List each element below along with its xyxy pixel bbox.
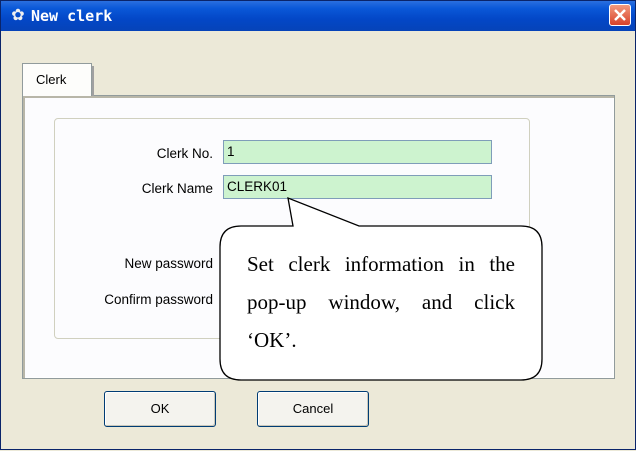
- callout-text: Set clerk information in the pop-up wind…: [247, 252, 515, 352]
- callout-balloon: [219, 196, 543, 381]
- tab-clerk[interactable]: Clerk: [22, 63, 94, 96]
- tab-clerk-label: Clerk: [36, 72, 67, 87]
- new-clerk-dialog: ✿ New clerk Clerk Clerk No. 1 Clerk Name…: [0, 0, 636, 450]
